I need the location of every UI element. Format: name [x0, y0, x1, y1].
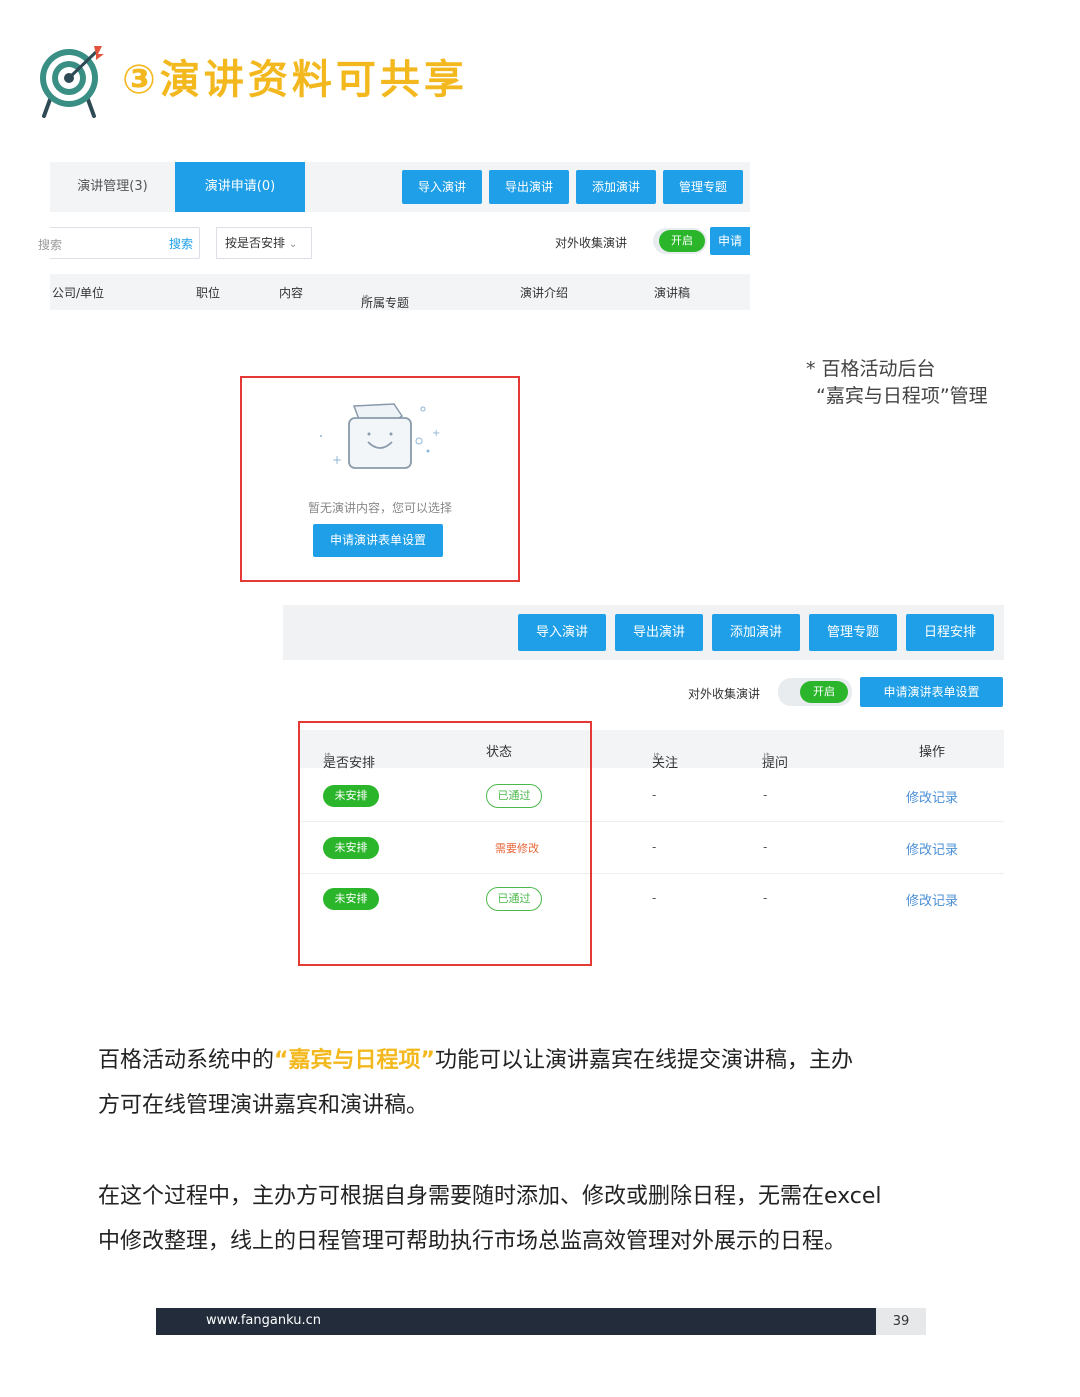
collect-toggle-track[interactable]: 开启 [653, 228, 707, 254]
search-input[interactable]: 搜索 搜索 [38, 227, 200, 259]
sort-select-value: 按是否安排 [225, 236, 286, 250]
column-content: 内容 [279, 286, 304, 300]
column-draft: 演讲稿 [654, 286, 691, 300]
svg-text:+: + [432, 428, 440, 439]
paragraph-2-line-1: 在这个过程中，主办方可根据自身需要随时添加、修改或删除日程，无需在excel [98, 1184, 882, 1209]
manage-topics-button[interactable]: 管理专题 [663, 170, 743, 204]
table-header: 公司/单位 职位 内容 所属专题 ⇵ 演讲介绍 演讲稿 [50, 274, 750, 310]
collect-toggle-track[interactable]: 开启 [778, 678, 852, 706]
empty-state-frame: + + 暂无演讲内容，您可以选择 申请演讲表单设置 [240, 376, 520, 582]
follow-value: - [652, 891, 657, 905]
edit-record-link[interactable]: 修改记录 [906, 787, 958, 806]
collect-toggle[interactable]: 开启 [800, 681, 848, 703]
export-speech-button[interactable]: 导出演讲 [615, 614, 703, 651]
sort-select[interactable]: 按是否安排 ⌄ [216, 227, 312, 259]
question-value: - [763, 891, 768, 905]
page-number: 39 [876, 1308, 926, 1335]
add-speech-button[interactable]: 添加演讲 [712, 614, 800, 651]
tab-speech-application[interactable]: 演讲申请(0) [175, 162, 305, 212]
add-speech-button[interactable]: 添加演讲 [576, 170, 656, 204]
collect-speech-label: 对外收集演讲 [688, 687, 761, 701]
column-position: 职位 [196, 286, 221, 300]
feature-highlight: “嘉宾与日程项” [274, 1048, 435, 1073]
question-value: - [763, 788, 768, 802]
export-speech-button[interactable]: 导出演讲 [489, 170, 569, 204]
sort-icon: ⇵ [762, 752, 771, 763]
paragraph-1-line-2: 方可在线管理演讲嘉宾和演讲稿。 [98, 1093, 429, 1118]
collect-speech-label: 对外收集演讲 [555, 236, 628, 250]
caption-line-2: “嘉宾与日程项”管理 [816, 385, 988, 407]
question-value: - [763, 840, 768, 854]
edit-record-link[interactable]: 修改记录 [906, 890, 958, 909]
empty-state-text: 暂无演讲内容，您可以选择 [307, 501, 452, 515]
follow-value: - [652, 840, 657, 854]
edit-record-link[interactable]: 修改记录 [906, 839, 958, 858]
footer-bar: www.fanganku.cn [156, 1308, 876, 1335]
speech-management-screenshot: 演讲管理(3) 演讲申请(0) 导入演讲 导出演讲 添加演讲 管理专题 搜索 搜… [38, 162, 750, 310]
paragraph-1-line-1: 百格活动系统中的“嘉宾与日程项”功能可以让演讲嘉宾在线提交演讲稿，主办 [98, 1038, 988, 1083]
import-speech-button[interactable]: 导入演讲 [518, 614, 606, 651]
schedule-button[interactable]: 日程安排 [906, 614, 994, 651]
target-icon [38, 42, 108, 118]
paragraph-1-text-before: 百格活动系统中的 [98, 1048, 275, 1073]
paragraph-1: 百格活动系统中的“嘉宾与日程项”功能可以让演讲嘉宾在线提交演讲稿，主办 方可在线… [98, 1038, 988, 1128]
svg-text:+: + [332, 453, 342, 467]
highlight-frame [298, 721, 592, 966]
caption-line-1: * 百格活动后台 [806, 358, 936, 380]
page-title: ③演讲资料可共享 [122, 57, 468, 103]
tab-speech-management[interactable]: 演讲管理(3) [50, 162, 175, 212]
apply-form-settings-button[interactable]: 申请演讲表单设置 [313, 524, 443, 557]
apply-form-settings-button[interactable]: 申请演讲表单设置 [860, 677, 1003, 707]
chevron-down-icon: ⌄ [288, 239, 298, 250]
column-company: 公司/单位 [52, 286, 105, 300]
tab-bar: 演讲管理(3) 演讲申请(0) 导入演讲 导出演讲 添加演讲 管理专题 [50, 162, 750, 212]
footer-url: www.fanganku.cn [206, 1313, 321, 1328]
import-speech-button[interactable]: 导入演讲 [402, 170, 482, 204]
column-action: 操作 [919, 745, 946, 760]
paragraph-2: 在这个过程中，主办方可根据自身需要随时添加、修改或删除日程，无需在excel 中… [98, 1174, 988, 1264]
apply-form-button[interactable]: 申请 [710, 227, 750, 255]
sort-icon: ⇵ [361, 294, 370, 305]
collect-toggle[interactable]: 开启 [659, 230, 705, 252]
speech-toolbar: 导入演讲 导出演讲 添加演讲 管理专题 日程安排 [283, 605, 1004, 660]
paragraph-2-line-2: 中修改整理，线上的日程管理可帮助执行市场总监高效管理对外展示的日程。 [98, 1229, 847, 1254]
manage-topics-button[interactable]: 管理专题 [809, 614, 897, 651]
search-placeholder: 搜索 [38, 238, 63, 252]
column-intro: 演讲介绍 [520, 286, 569, 300]
search-button[interactable]: 搜索 [169, 235, 193, 252]
sort-icon: ⇵ [652, 752, 661, 763]
empty-box-icon: + + [316, 396, 446, 496]
paragraph-1-text-after: 功能可以让演讲嘉宾在线提交演讲稿，主办 [434, 1048, 853, 1073]
follow-value: - [652, 788, 657, 802]
